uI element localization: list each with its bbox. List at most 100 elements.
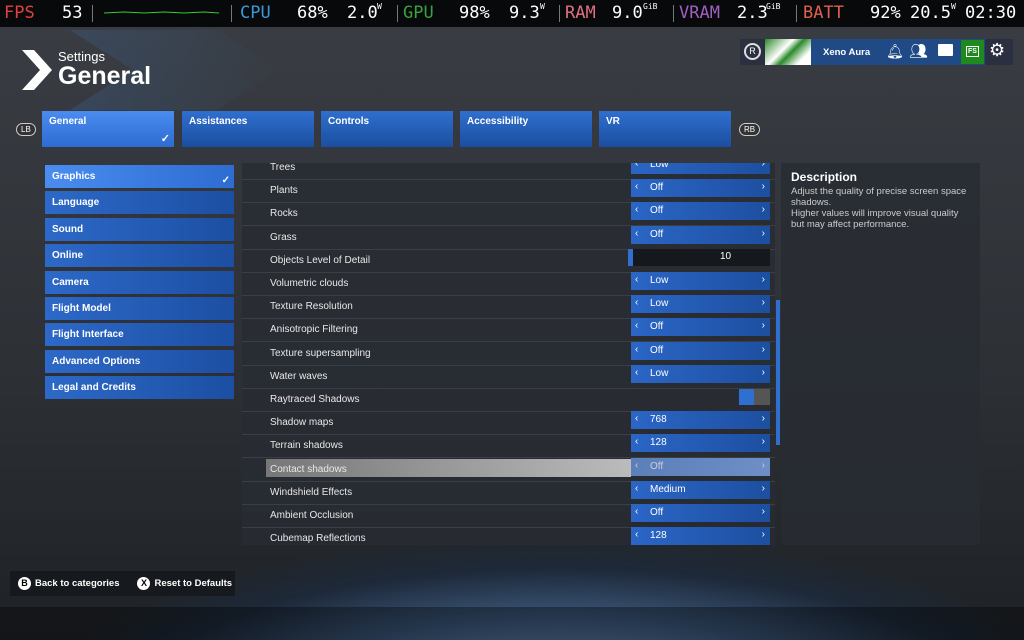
chevron-left-icon[interactable]: ‹ [635,344,638,355]
option-selector[interactable]: ‹ Low › [631,364,770,383]
gear-icon[interactable]: ⚙ [989,40,1005,61]
chevron-right-icon[interactable]: › [762,506,765,517]
setting-row[interactable]: Shadow maps ‹ 768 › [242,411,775,436]
lod-slider[interactable]: 10 [628,248,770,266]
ram-label: RAM [565,3,596,23]
chevron-left-icon[interactable]: ‹ [635,460,638,471]
menu-item-advanced-options[interactable]: Advanced Options [45,349,234,373]
setting-row[interactable]: Ambient Occlusion ‹ Off › [242,504,775,528]
menu-item-language[interactable]: Language [45,191,234,215]
tab-assistances[interactable]: Assistances [182,111,314,147]
chevron-left-icon[interactable]: ‹ [635,228,638,239]
scrollbar[interactable] [776,300,780,445]
chevron-left-icon[interactable]: ‹ [635,506,638,517]
option-selector[interactable]: ‹ Off › [631,202,770,221]
chevron-right-icon[interactable]: › [762,483,765,494]
reset-button[interactable]: X Reset to Defaults [137,577,232,590]
chevron-right-icon[interactable]: › [762,460,765,471]
slider-handle[interactable] [628,248,633,266]
setting-row[interactable]: Plants ‹ Off › [242,179,775,204]
menu-item-online[interactable]: Online [45,244,234,268]
tab-general[interactable]: General ✓ [42,111,174,147]
chevron-right-icon[interactable]: › [762,181,765,192]
chevron-left-icon[interactable]: ‹ [635,483,638,494]
chat-icon[interactable] [938,44,953,56]
chevron-right-icon[interactable]: › [762,320,765,331]
lb-button[interactable]: LB [16,123,36,136]
setting-row[interactable]: Texture Resolution ‹ Low › [242,295,775,320]
chevron-right-icon[interactable]: › [762,274,765,285]
option-value: Low [650,298,669,310]
rb-button[interactable]: RB [739,123,761,136]
setting-row[interactable]: Objects Level of Detail 10 [242,248,775,273]
chevron-left-icon[interactable]: ‹ [635,436,638,447]
chevron-left-icon[interactable]: ‹ [635,297,638,308]
chevron-right-icon[interactable]: › [762,344,765,355]
chevron-left-icon[interactable]: ‹ [635,320,638,331]
option-selector[interactable]: ‹ Off › [631,179,770,198]
setting-label: Grass [270,231,297,243]
chevron-left-icon[interactable]: ‹ [635,204,638,215]
setting-row[interactable]: Terrain shadows ‹ 128 › [242,434,775,459]
store-icon: FS [966,46,979,57]
option-selector[interactable]: ‹ Off › [631,318,770,337]
option-selector[interactable]: ‹ 128 › [631,434,770,453]
chevron-right-icon[interactable]: › [762,367,765,378]
menu-label: Graphics [52,171,96,182]
friends-icon[interactable]: 👥︎ [909,42,928,60]
tab-accessibility[interactable]: Accessibility [460,111,592,147]
setting-row[interactable]: Grass ‹ Off › [242,225,775,250]
menu-item-flight-interface[interactable]: Flight Interface [45,323,234,347]
store-button[interactable]: FS [961,40,984,64]
chevron-left-icon[interactable]: ‹ [635,181,638,192]
chevron-right-icon[interactable]: › [762,436,765,447]
option-selector[interactable]: ‹ Medium › [631,480,770,499]
option-selector[interactable]: ‹ Low › [631,163,770,174]
cpu-load: 68% [297,3,328,23]
setting-row[interactable]: Contact shadows ‹ Off › [242,457,775,482]
chevron-right-icon[interactable]: › [762,529,765,540]
menu-item-legal-and-credits[interactable]: Legal and Credits [45,376,234,400]
chevron-right-icon[interactable]: › [762,297,765,308]
tab-vr[interactable]: VR [599,111,731,147]
clock: 02:30 [965,3,1017,23]
option-selector[interactable]: ‹ Low › [631,295,770,314]
chevron-right-icon[interactable]: › [762,204,765,215]
chevron-left-icon[interactable]: ‹ [635,529,638,540]
toggle-switch[interactable] [739,389,770,405]
menu-item-sound[interactable]: Sound [45,217,234,241]
option-selector[interactable]: ‹ Off › [631,457,770,476]
chevron-left-icon[interactable]: ‹ [635,367,638,378]
option-selector[interactable]: ‹ Off › [631,504,770,522]
option-selector[interactable]: ‹ Low › [631,272,770,290]
menu-item-camera[interactable]: Camera [45,270,234,294]
option-selector[interactable]: ‹ 128 › [631,527,770,545]
setting-row[interactable]: Windshield Effects ‹ Medium › [242,480,775,505]
option-selector[interactable]: ‹ Off › [631,341,770,360]
tab-controls[interactable]: Controls [321,111,453,147]
option-value: Low [650,275,669,286]
chevron-right-icon[interactable]: › [762,163,765,169]
chevron-left-icon[interactable]: ‹ [635,274,638,285]
chevron-left-icon[interactable]: ‹ [635,163,638,169]
unit: W [540,2,545,11]
menu-label: Camera [52,276,89,288]
setting-row[interactable]: Volumetric clouds ‹ Low › [242,272,775,296]
setting-row[interactable]: Texture supersampling ‹ Off › [242,341,775,366]
back-button[interactable]: B Back to categories [18,577,119,590]
setting-row[interactable]: Cubemap Reflections ‹ 128 › [242,527,775,545]
menu-item-graphics[interactable]: Graphics ✓ [45,165,234,188]
setting-row[interactable]: Rocks ‹ Off › [242,202,775,227]
setting-row[interactable]: Water waves ‹ Low › [242,364,775,389]
setting-row[interactable]: Anisotropic Filtering ‹ Off › [242,318,775,343]
bell-icon[interactable]: 🔔︎ [886,43,904,60]
chevron-right-icon[interactable]: › [762,228,765,239]
chevron-left-icon[interactable]: ‹ [635,413,638,424]
unit: W [951,2,956,11]
option-selector[interactable]: ‹ 768 › [631,411,770,430]
option-selector[interactable]: ‹ Off › [631,225,770,244]
chevron-right-icon[interactable]: › [762,413,765,424]
setting-row[interactable]: Raytraced Shadows [242,389,775,412]
menu-item-flight-model[interactable]: Flight Model [45,297,234,320]
setting-row[interactable]: Trees ‹ Low › [242,163,775,180]
